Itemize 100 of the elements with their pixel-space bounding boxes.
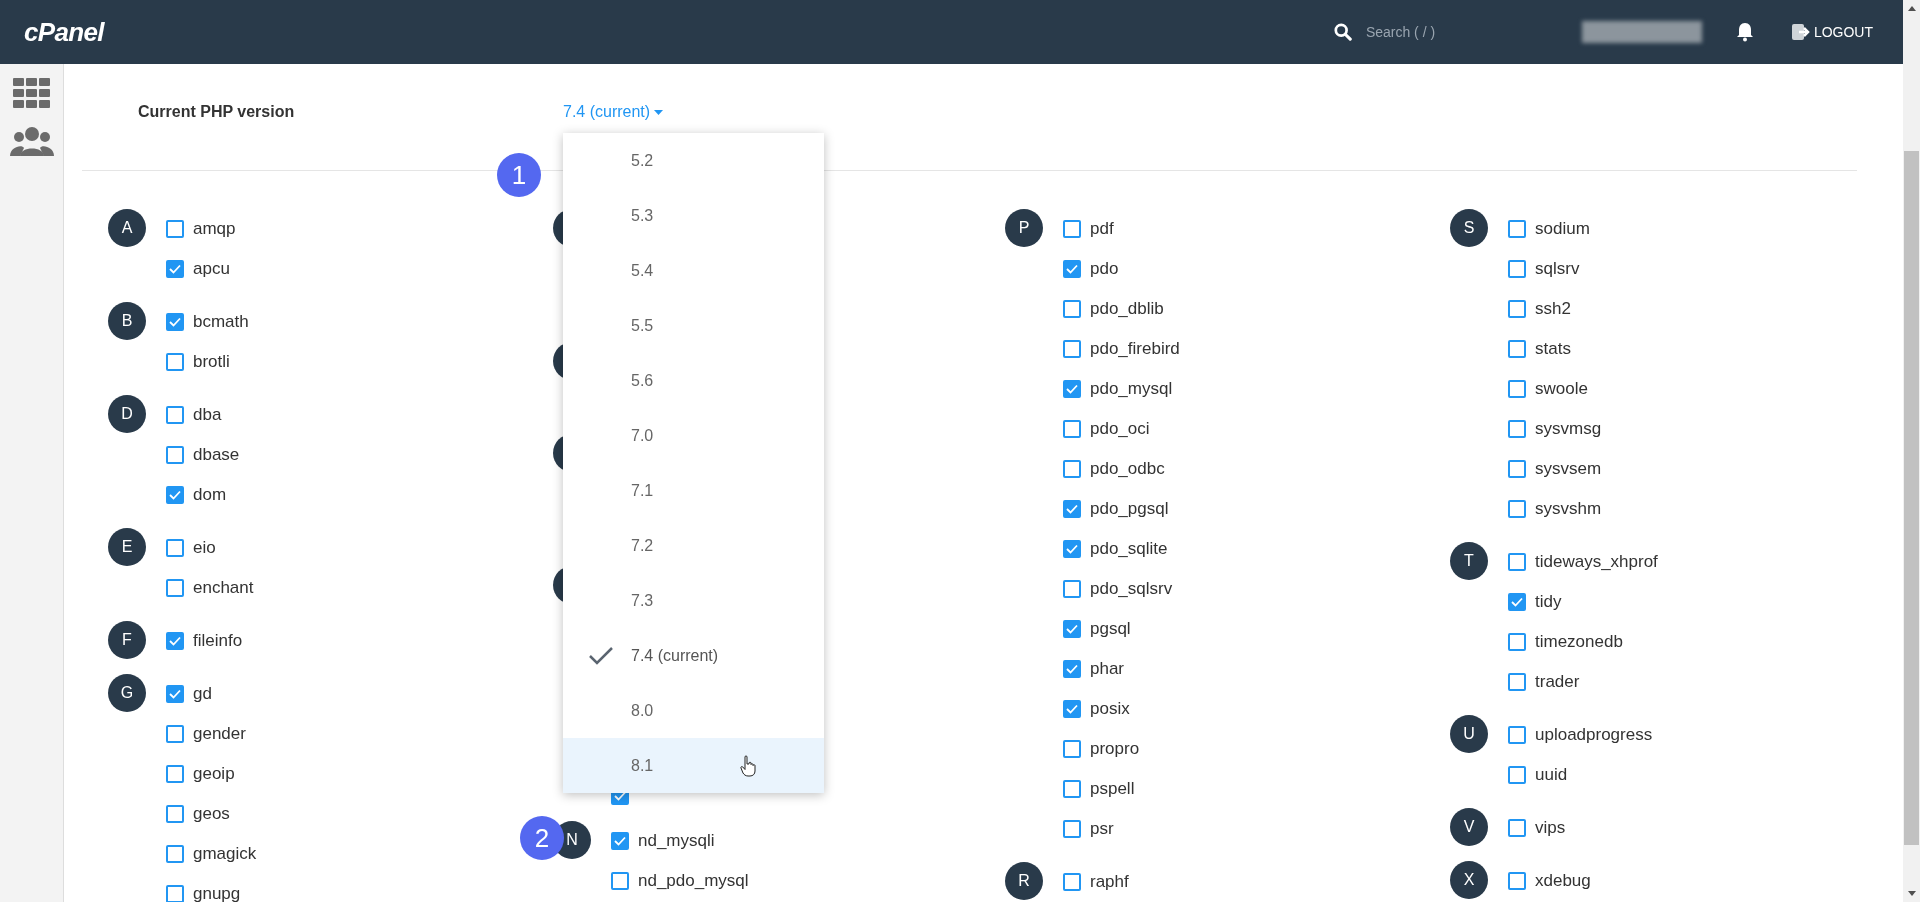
checkbox[interactable]	[1063, 220, 1081, 238]
checkbox[interactable]	[1063, 380, 1081, 398]
apps-grid-icon[interactable]	[12, 78, 51, 108]
extension-name: gender	[193, 723, 246, 746]
checkbox[interactable]	[1063, 780, 1081, 798]
users-icon[interactable]	[9, 126, 54, 156]
checkbox[interactable]	[1063, 660, 1081, 678]
extension-name: eio	[193, 537, 216, 560]
checkbox[interactable]	[1063, 820, 1081, 838]
checkbox[interactable]	[166, 220, 184, 238]
checkbox[interactable]	[166, 486, 184, 504]
checkbox[interactable]	[166, 725, 184, 743]
checkbox[interactable]	[166, 685, 184, 703]
checkbox[interactable]	[166, 313, 184, 331]
checkbox[interactable]	[166, 406, 184, 424]
checkbox[interactable]	[1508, 633, 1526, 651]
checkbox[interactable]	[1508, 420, 1526, 438]
extension-name: phar	[1090, 658, 1125, 681]
checkbox[interactable]	[1063, 873, 1081, 891]
checkbox[interactable]	[166, 805, 184, 823]
checkbox[interactable]	[166, 260, 184, 278]
check-icon	[169, 317, 181, 327]
extension-name: pdo_pgsql	[1090, 498, 1169, 521]
version-option[interactable]: 5.4	[563, 243, 824, 298]
checkbox[interactable]	[166, 765, 184, 783]
callout-number: 2	[520, 816, 564, 860]
checkbox[interactable]	[1508, 220, 1526, 238]
letter-badge: B	[108, 302, 146, 340]
extension-name: swoole	[1535, 378, 1588, 401]
extension-name: uuid	[1535, 764, 1568, 787]
version-option[interactable]: 7.4 (current)	[563, 628, 824, 683]
extension-name: posix	[1090, 698, 1130, 721]
checkbox[interactable]	[166, 632, 184, 650]
checkbox[interactable]	[1063, 540, 1081, 558]
extension-name: geos	[193, 803, 230, 826]
checkbox[interactable]	[1508, 766, 1526, 784]
checkbox[interactable]	[1508, 300, 1526, 318]
checkbox[interactable]	[1063, 420, 1081, 438]
checkbox[interactable]	[1508, 380, 1526, 398]
bell-icon[interactable]	[1735, 22, 1754, 42]
version-option[interactable]: 5.3	[563, 188, 824, 243]
checkbox[interactable]	[1508, 460, 1526, 478]
checkbox[interactable]	[1508, 872, 1526, 890]
checkbox[interactable]	[1063, 740, 1081, 758]
version-option[interactable]: 7.1	[563, 463, 824, 518]
extension-name: gnupg	[193, 883, 241, 902]
extension-name: ssh2	[1535, 298, 1571, 321]
checkbox[interactable]	[1063, 460, 1081, 478]
checkbox[interactable]	[1508, 819, 1526, 837]
checkbox[interactable]	[166, 885, 184, 902]
cpanel-logo[interactable]: cPanel	[24, 12, 104, 52]
version-option[interactable]: 8.0	[563, 683, 824, 738]
checkbox[interactable]	[611, 872, 629, 890]
extension-name: dbase	[193, 444, 240, 467]
checkbox[interactable]	[1063, 500, 1081, 518]
extension-name: sodium	[1535, 218, 1590, 241]
extension-name: pdo_mysql	[1090, 378, 1173, 401]
extension-name: pdo_dblib	[1090, 298, 1164, 321]
checkbox[interactable]	[1063, 700, 1081, 718]
extension-name: pspell	[1090, 778, 1135, 801]
version-option[interactable]: 7.0	[563, 408, 824, 463]
checkbox[interactable]	[166, 446, 184, 464]
search-icon[interactable]	[1333, 23, 1352, 41]
checkbox[interactable]	[1508, 260, 1526, 278]
extension-name: tideways_xhprof	[1535, 551, 1658, 574]
version-dropdown[interactable]: 7.4 (current)	[563, 100, 664, 124]
checkbox[interactable]	[1508, 553, 1526, 571]
extension-name: dom	[193, 484, 227, 507]
checkbox[interactable]	[1063, 580, 1081, 598]
version-option[interactable]: 5.2	[563, 133, 824, 188]
logout-button[interactable]: LOGOUT	[1791, 21, 1873, 43]
checkbox[interactable]	[1063, 340, 1081, 358]
version-option[interactable]: 7.2	[563, 518, 824, 573]
check-icon	[1066, 704, 1078, 714]
hand-cursor-icon	[740, 754, 756, 777]
checkbox[interactable]	[1508, 593, 1526, 611]
extension-name: bcmath	[193, 311, 249, 334]
checkbox[interactable]	[1508, 673, 1526, 691]
checkbox[interactable]	[1063, 260, 1081, 278]
checkbox[interactable]	[1063, 300, 1081, 318]
check-icon	[169, 490, 181, 500]
checkbox[interactable]	[1508, 726, 1526, 744]
checkbox[interactable]	[166, 845, 184, 863]
scroll-up-icon[interactable]	[1907, 6, 1916, 11]
search-field[interactable]: Search ( / )	[1365, 21, 1516, 43]
check-icon	[1066, 664, 1078, 674]
version-option[interactable]: 8.1	[563, 738, 824, 793]
version-option[interactable]: 5.6	[563, 353, 824, 408]
checkbox[interactable]	[166, 539, 184, 557]
checkbox[interactable]	[1508, 340, 1526, 358]
checkbox[interactable]	[166, 353, 184, 371]
scroll-down-icon[interactable]	[1907, 891, 1916, 896]
check-icon	[1066, 624, 1078, 634]
checkbox[interactable]	[1063, 620, 1081, 638]
version-option[interactable]: 7.3	[563, 573, 824, 628]
version-option[interactable]: 5.5	[563, 298, 824, 353]
checkbox[interactable]	[166, 579, 184, 597]
scrollbar-thumb[interactable]	[1904, 151, 1919, 845]
checkbox[interactable]	[611, 832, 629, 850]
checkbox[interactable]	[1508, 500, 1526, 518]
